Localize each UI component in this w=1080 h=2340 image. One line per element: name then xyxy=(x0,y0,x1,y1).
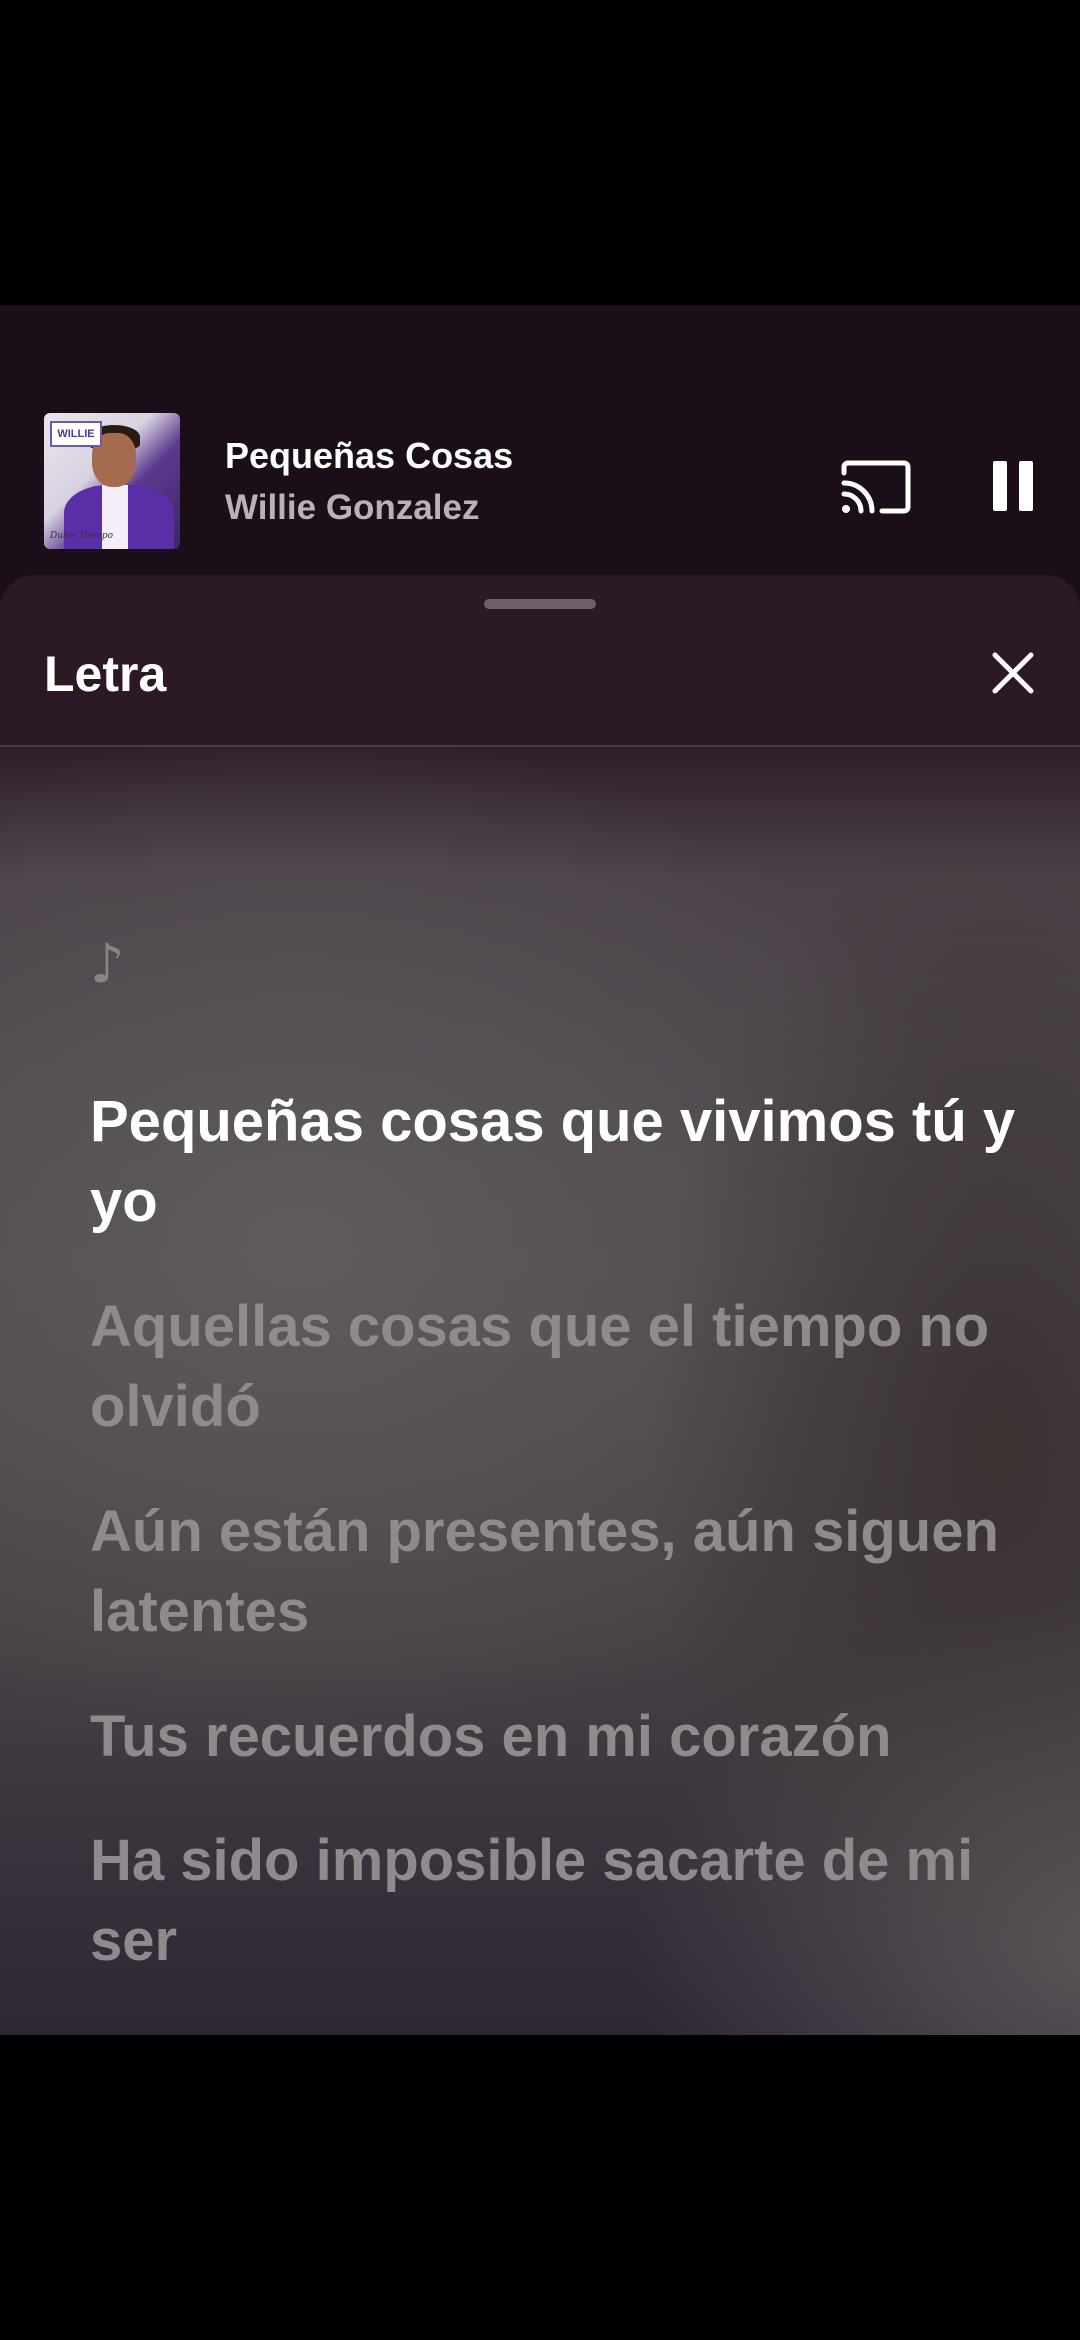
sheet-header: Letra xyxy=(0,575,1080,747)
album-signature: Dulce Tiempo xyxy=(50,531,114,541)
app-area: WILLIE Dulce Tiempo Pequeñas Cosas Willi… xyxy=(0,305,1080,2035)
album-logo: WILLIE xyxy=(50,421,102,447)
track-title[interactable]: Pequeñas Cosas xyxy=(225,435,513,477)
lyric-line[interactable]: Tus recuerdos en mi corazón xyxy=(90,1697,1020,1777)
lyric-line[interactable]: Aún están presentes, aún siguen latentes xyxy=(90,1492,1020,1652)
close-icon xyxy=(992,652,1034,694)
lyrics-area[interactable]: ♪ Pequeñas cosas que vivimos tú y yo Aqu… xyxy=(0,747,1080,2035)
mini-player[interactable]: WILLIE Dulce Tiempo Pequeñas Cosas Willi… xyxy=(0,305,1080,575)
navigation-bar-area xyxy=(0,2035,1080,2340)
lyric-line[interactable]: Aún llevo grabados tus xyxy=(90,2025,1020,2035)
screen: WILLIE Dulce Tiempo Pequeñas Cosas Willi… xyxy=(0,0,1080,2340)
pause-button[interactable] xyxy=(985,453,1041,517)
lyric-line-active[interactable]: Pequeñas cosas que vivimos tú y yo xyxy=(90,1082,1020,1242)
lyric-line[interactable]: Aquellas cosas que el tiempo no olvidó xyxy=(90,1287,1020,1447)
cast-button[interactable] xyxy=(840,453,912,517)
status-bar-area xyxy=(0,0,1080,305)
sheet-title: Letra xyxy=(44,646,167,702)
lyrics-sheet: Letra ♪ Pequeñas cosas que vivimos tú y … xyxy=(0,575,1080,2035)
music-note-icon: ♪ xyxy=(90,932,125,995)
cast-icon xyxy=(841,460,911,514)
close-button[interactable] xyxy=(985,645,1041,701)
track-artist[interactable]: Willie Gonzalez xyxy=(225,488,479,528)
lyric-line[interactable]: Ha sido imposible sacarte de mi ser xyxy=(90,1821,1020,1981)
drag-handle[interactable] xyxy=(484,599,596,609)
album-art[interactable]: WILLIE Dulce Tiempo xyxy=(44,413,180,549)
